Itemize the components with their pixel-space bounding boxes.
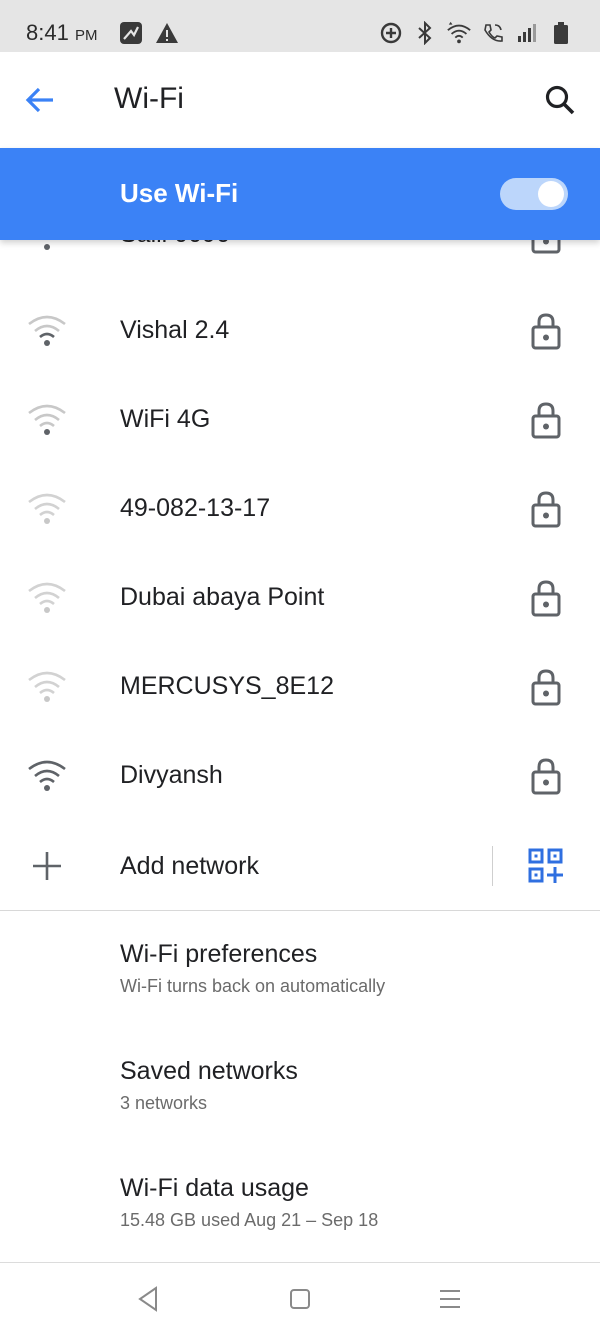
recents-menu-icon — [440, 1290, 460, 1308]
network-row[interactable]: Dubai abaya Point — [0, 553, 600, 642]
use-wifi-toggle[interactable] — [500, 178, 568, 210]
wifi-strength-icon — [28, 671, 66, 702]
network-ssid: Vishal 2.4 — [120, 316, 230, 344]
network-ssid: MERCUSYS_8E12 — [120, 672, 334, 700]
navigation-bar — [0, 1262, 600, 1334]
lock-icon — [531, 580, 561, 617]
network-row[interactable]: WiFi 4G — [0, 375, 600, 464]
wifi-calling-icon — [480, 20, 506, 46]
network-row[interactable]: Saili 0096 — [0, 240, 600, 279]
wifi-strength-icon — [28, 404, 66, 435]
app-bar: Wi-Fi — [0, 52, 600, 148]
nav-home-button[interactable] — [286, 1285, 314, 1313]
network-ssid: Saili 0096 — [120, 240, 230, 249]
wifi-preferences-item[interactable]: Wi-Fi preferences Wi-Fi turns back on au… — [0, 940, 600, 1050]
wifi-strength-icon — [28, 760, 66, 791]
network-row[interactable]: MERCUSYS_8E12 — [0, 642, 600, 731]
network-ssid: WiFi 4G — [120, 405, 211, 433]
use-wifi-label: Use Wi-Fi — [120, 178, 239, 208]
pref-subtitle: 3 networks — [120, 1093, 208, 1113]
lock-icon — [531, 402, 561, 439]
add-network-row[interactable]: Add network — [0, 822, 600, 910]
qr-scan-icon[interactable] — [528, 848, 564, 884]
network-list[interactable]: Saili 0096 Vishal 2.4 WiFi 4G 49-082-13-… — [0, 240, 600, 1262]
status-bar: 8:41 PM — [0, 0, 600, 52]
lock-icon — [531, 491, 561, 528]
divider — [492, 846, 493, 886]
lock-icon — [531, 313, 561, 350]
pref-subtitle: 15.48 GB used Aug 21 – Sep 18 — [120, 1210, 379, 1230]
wifi-strength-icon — [44, 244, 50, 250]
wifi-data-usage-item[interactable]: Wi-Fi data usage 15.48 GB used Aug 21 – … — [0, 1174, 600, 1262]
network-row[interactable]: 49-082-13-17 — [0, 464, 600, 553]
wifi-strength-icon — [28, 493, 66, 524]
network-ssid: Divyansh — [120, 761, 223, 789]
section-divider — [0, 910, 600, 911]
network-row[interactable]: Divyansh — [0, 731, 600, 820]
alert-icon — [154, 20, 180, 46]
add-network-label: Add network — [120, 852, 259, 880]
cell-signal-icon — [514, 20, 540, 46]
home-square-icon — [290, 1289, 310, 1309]
pref-title: Wi-Fi data usage — [120, 1174, 309, 1202]
back-arrow-icon — [25, 87, 53, 113]
lock-icon — [531, 240, 561, 254]
search-button[interactable] — [540, 78, 580, 122]
search-icon — [545, 85, 575, 115]
nav-recents-button[interactable] — [436, 1285, 464, 1313]
toggle-thumb — [538, 181, 564, 207]
wifi-strength-icon — [28, 315, 66, 346]
image-icon — [118, 20, 144, 46]
wifi-strength-icon — [28, 582, 66, 613]
back-triangle-icon — [138, 1286, 157, 1312]
battery-icon — [548, 20, 574, 46]
wifi-signal-icon — [446, 20, 472, 46]
nav-back-button[interactable] — [134, 1285, 162, 1313]
pref-subtitle: Wi-Fi turns back on automatically — [120, 976, 386, 996]
saved-networks-item[interactable]: Saved networks 3 networks — [0, 1057, 600, 1167]
network-ssid: Dubai abaya Point — [120, 583, 325, 611]
bluetooth-icon — [412, 20, 438, 46]
page-title: Wi-Fi — [114, 82, 184, 115]
status-time: 8:41 PM — [26, 20, 98, 45]
network-row[interactable]: Vishal 2.4 — [0, 286, 600, 375]
back-button[interactable] — [20, 78, 60, 122]
network-ssid: 49-082-13-17 — [120, 494, 271, 522]
lock-icon — [531, 669, 561, 706]
plus-icon — [33, 852, 61, 880]
data-saver-icon — [378, 20, 404, 46]
pref-title: Saved networks — [120, 1057, 298, 1085]
lock-icon — [531, 758, 561, 795]
pref-title: Wi-Fi preferences — [120, 940, 318, 968]
use-wifi-bar[interactable]: Use Wi-Fi — [0, 148, 600, 240]
